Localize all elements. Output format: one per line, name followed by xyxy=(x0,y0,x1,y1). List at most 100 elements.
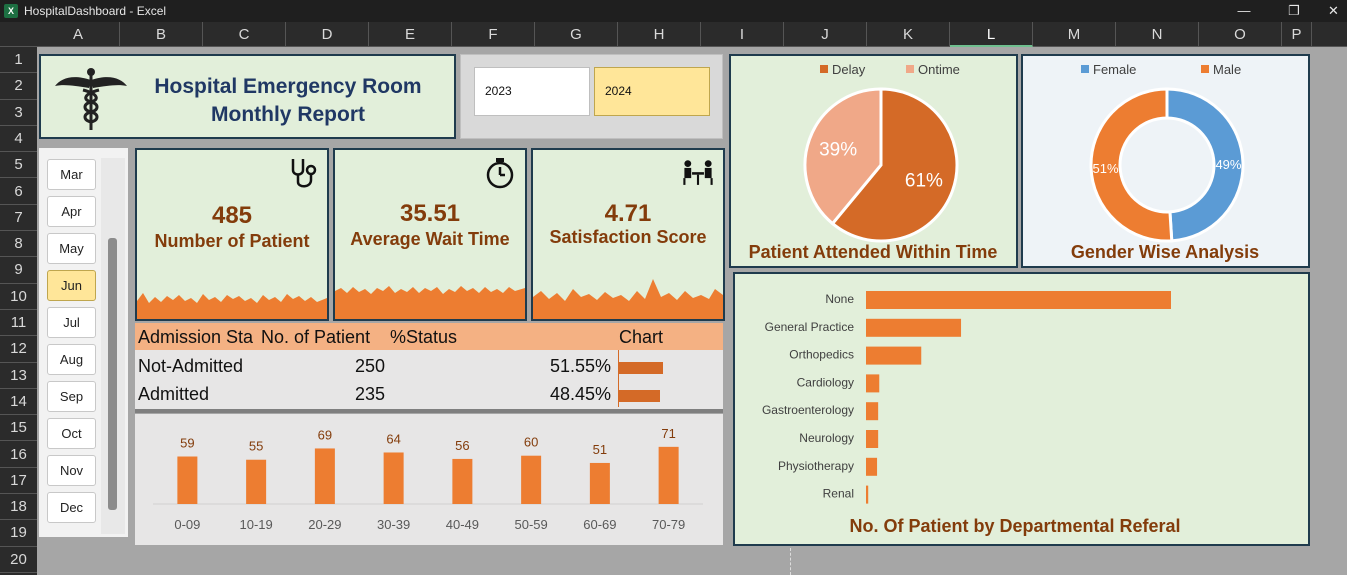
column-header-n[interactable]: N xyxy=(1116,22,1199,47)
dept-label: Physiotherapy xyxy=(778,459,854,473)
column-header-p[interactable]: P xyxy=(1282,22,1312,47)
age-tick-label: 50-59 xyxy=(515,517,548,532)
row-header-6[interactable]: 6 xyxy=(0,179,37,205)
column-header-bar: ABCDEFGHIJKLMNOP xyxy=(0,22,1347,47)
pie-slice-label: 39% xyxy=(819,140,857,161)
month-button-jul[interactable]: Jul xyxy=(47,307,96,338)
month-button-apr[interactable]: Apr xyxy=(47,196,96,227)
age-tick-label: 10-19 xyxy=(240,517,273,532)
kpi-value-satisfaction: 4.71 xyxy=(604,200,652,227)
month-button-sep[interactable]: Sep xyxy=(47,381,96,412)
legend-label: Female xyxy=(1093,62,1136,77)
row-header-17[interactable]: 17 xyxy=(0,468,37,495)
row-header-19[interactable]: 19 xyxy=(0,520,37,547)
admission-databar xyxy=(619,362,663,374)
month-button-jun[interactable]: Jun xyxy=(47,270,96,301)
dept-label: Cardiology xyxy=(797,375,854,389)
row-header-15[interactable]: 15 xyxy=(0,415,37,442)
column-header-o[interactable]: O xyxy=(1199,22,1282,47)
kpi-sparkline-satisfaction xyxy=(533,279,723,319)
row-header-10[interactable]: 10 xyxy=(0,284,37,310)
month-button-oct[interactable]: Oct xyxy=(47,418,96,449)
row-header-16[interactable]: 16 xyxy=(0,442,37,468)
gender-donut-chart: Female Male 49% 51% Gender Wise Analysis xyxy=(1071,62,1259,262)
dept-label: Orthopedics xyxy=(789,348,854,362)
year-button-2023[interactable]: 2023 xyxy=(474,67,590,116)
column-header-l[interactable]: L xyxy=(950,22,1033,47)
row-header-bar: 1 2 3 4 5 6 7 8 9 10 11 12 13 14 15 16 17 18 19 20 xyxy=(0,47,37,575)
report-title-panel: Hospital Emergency Room Monthly Report xyxy=(39,54,456,139)
admission-header-status: Admission Sta xyxy=(138,327,254,347)
age-tick-label: 60-69 xyxy=(583,517,616,532)
month-button-dec[interactable]: Dec xyxy=(47,492,96,523)
gender-panel: Female Male 49% 51% Gender Wise Analysis xyxy=(1021,54,1310,268)
row-header-14[interactable]: 14 xyxy=(0,389,37,416)
age-bar xyxy=(452,458,473,504)
column-header-d[interactable]: D xyxy=(286,22,369,47)
department-referral-bar-chart: None General Practice Orthopedics Cardiolog… xyxy=(762,291,1181,536)
row-header-1[interactable]: 1 xyxy=(0,47,37,74)
row-header-5[interactable]: 5 xyxy=(0,152,37,179)
window-title: HospitalDashboard - Excel xyxy=(24,4,167,18)
attended-time-title: Patient Attended Within Time xyxy=(749,242,998,262)
month-slicer-scrollbar[interactable] xyxy=(108,238,117,510)
month-button-mar[interactable]: Mar xyxy=(47,159,96,190)
admission-pct-not-admitted: 51.55% xyxy=(549,356,611,376)
minimize-button[interactable]: — xyxy=(1224,2,1264,20)
kpi-label-wait-time: Average Wait Time xyxy=(350,229,510,249)
column-header-k[interactable]: K xyxy=(867,22,950,47)
column-header-b[interactable]: B xyxy=(120,22,203,47)
month-button-aug[interactable]: Aug xyxy=(47,344,96,375)
column-header-a[interactable]: A xyxy=(37,22,120,47)
kpi-card-patients: 485 Number of Patient xyxy=(135,148,329,321)
row-header-7[interactable]: 7 xyxy=(0,205,37,232)
row-header-12[interactable]: 12 xyxy=(0,336,37,363)
column-header-h[interactable]: H xyxy=(618,22,701,47)
report-title-line2: Monthly Report xyxy=(211,103,365,126)
column-header-i[interactable]: I xyxy=(701,22,784,47)
row-header-20[interactable]: 20 xyxy=(0,547,37,573)
legend-label: Ontime xyxy=(918,62,960,77)
column-header-m[interactable]: M xyxy=(1033,22,1116,47)
pie-slice-label: 49% xyxy=(1215,157,1241,172)
row-header-2[interactable]: 2 xyxy=(0,73,37,100)
dept-bar xyxy=(866,291,1171,309)
dept-bar xyxy=(866,457,878,476)
year-button-2024[interactable]: 2024 xyxy=(594,67,710,116)
stethoscope-icon xyxy=(291,159,317,188)
age-group-bar-chart: 59 0-09 55 10-19 69 20-29 64 30-39 56 40-49 60 50-5… xyxy=(153,426,703,532)
row-header-18[interactable]: 18 xyxy=(0,494,37,521)
report-title-line1: Hospital Emergency Room xyxy=(154,75,422,98)
admission-header-chart: Chart xyxy=(619,327,664,347)
legend-swatch xyxy=(1201,65,1209,73)
age-tick-label: 40-49 xyxy=(446,517,479,532)
column-header-g[interactable]: G xyxy=(535,22,618,47)
admission-table: Admission Sta No. of Patient %Status Cha… xyxy=(135,323,723,410)
row-header-3[interactable]: 3 xyxy=(0,100,37,126)
month-button-may[interactable]: May xyxy=(47,233,96,264)
month-button-nov[interactable]: Nov xyxy=(47,455,96,486)
age-bar xyxy=(658,446,679,504)
row-header-9[interactable]: 9 xyxy=(0,257,37,284)
kpi-sparkline-patients xyxy=(137,293,327,319)
row-header-13[interactable]: 13 xyxy=(0,363,37,389)
restore-button[interactable]: ❐ xyxy=(1274,2,1314,20)
age-bar-label: 56 xyxy=(455,438,469,453)
dept-label: Neurology xyxy=(799,431,854,445)
kpi-sparkline-wait-time xyxy=(335,286,525,319)
row-header-8[interactable]: 8 xyxy=(0,231,37,258)
close-button[interactable]: ✕ xyxy=(1320,2,1347,20)
dept-bar xyxy=(866,318,962,337)
age-tick-label: 70-79 xyxy=(652,517,685,532)
row-header-11[interactable]: 11 xyxy=(0,310,37,337)
column-header-c[interactable]: C xyxy=(203,22,286,47)
row-header-4[interactable]: 4 xyxy=(0,126,37,153)
admission-status-not-admitted: Not-Admitted xyxy=(138,356,244,376)
attended-time-pie-chart: Delay Ontime 61% 39% Patient Attended Within… xyxy=(749,62,998,262)
column-header-e[interactable]: E xyxy=(369,22,452,47)
dept-label: Renal xyxy=(823,487,854,501)
page-break-line xyxy=(790,548,791,575)
column-header-j[interactable]: J xyxy=(784,22,867,47)
admission-count-not-admitted: 250 xyxy=(355,356,386,376)
column-header-f[interactable]: F xyxy=(452,22,535,47)
